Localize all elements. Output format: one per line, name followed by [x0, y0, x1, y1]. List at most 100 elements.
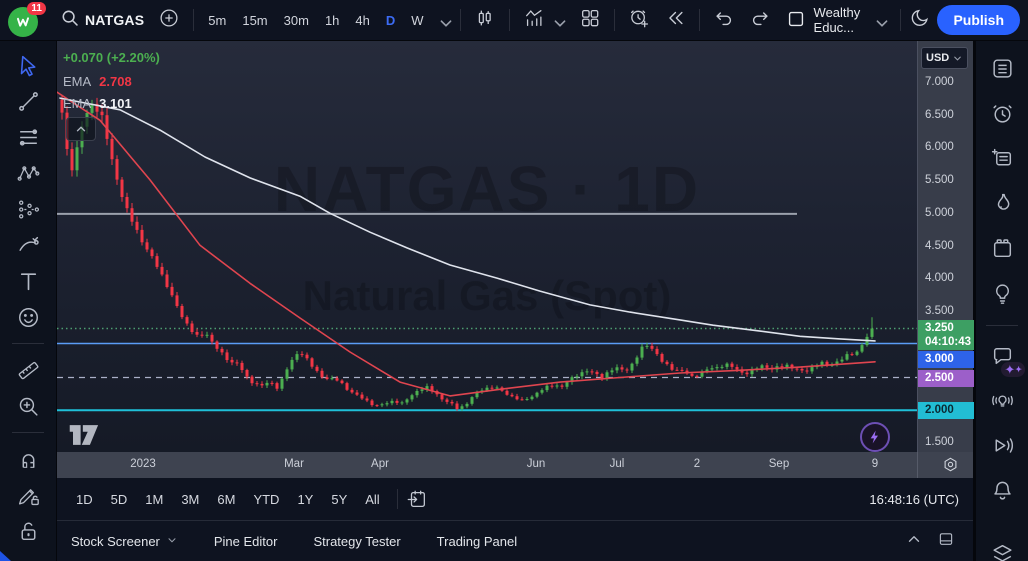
- range-3m[interactable]: 3M: [172, 487, 208, 512]
- divider: [900, 9, 901, 31]
- tab-stock-screener[interactable]: Stock Screener: [71, 534, 178, 549]
- create-alert-button[interactable]: [621, 5, 657, 35]
- interval-menu-button[interactable]: [432, 5, 454, 35]
- range-5d[interactable]: 5D: [102, 487, 137, 512]
- layout-select[interactable]: Wealthy Educ...: [778, 5, 895, 35]
- drawing-mode-lock-icon[interactable]: [11, 479, 45, 511]
- streams-play-icon[interactable]: [985, 426, 1019, 464]
- candlestick-chart[interactable]: [57, 40, 917, 452]
- range-1y[interactable]: 1Y: [288, 487, 322, 512]
- emoji-icon[interactable]: [11, 301, 45, 333]
- interval-15m[interactable]: 15m: [234, 8, 275, 33]
- axis-settings-gear-icon[interactable]: [941, 455, 960, 479]
- range-ytd[interactable]: YTD: [244, 487, 288, 512]
- interval-5m[interactable]: 5m: [200, 8, 234, 33]
- alerts-clock-icon[interactable]: [985, 94, 1019, 132]
- brush-icon[interactable]: [11, 229, 45, 261]
- hotlists-flame-icon[interactable]: [985, 184, 1019, 222]
- range-all[interactable]: All: [356, 487, 388, 512]
- price-scale[interactable]: USD 7.0006.5006.0005.5005.0004.5004.0003…: [917, 40, 973, 452]
- ema-legend-row[interactable]: EMA 2.708: [63, 74, 160, 89]
- theme-toggle-button[interactable]: [907, 5, 933, 35]
- bar-replay-button[interactable]: [657, 5, 693, 35]
- panel-expand-caret-icon[interactable]: [905, 530, 923, 553]
- symbol-search-button[interactable]: NATGAS: [52, 5, 151, 35]
- symbol-name: NATGAS: [85, 12, 144, 28]
- tradingview-logo[interactable]: [68, 423, 102, 452]
- layout-grid-button[interactable]: [572, 5, 608, 35]
- range-6m[interactable]: 6M: [208, 487, 244, 512]
- time-axis[interactable]: 2023MarAprJunJul2Sep9: [57, 452, 973, 478]
- chevron-down-icon: [871, 12, 887, 28]
- interval-4h[interactable]: 4h: [347, 8, 377, 33]
- notifications-bell-icon[interactable]: [985, 471, 1019, 509]
- interval-30m[interactable]: 30m: [276, 8, 317, 33]
- add-symbol-button[interactable]: [151, 5, 187, 35]
- bar-replay-icon: [664, 7, 686, 34]
- search-icon: [59, 7, 81, 34]
- xabcd-pattern-icon[interactable]: [11, 157, 45, 189]
- chart-legend: +0.070 (+2.20%) EMA 2.708 EMA 3.101: [63, 50, 160, 118]
- chevron-down-icon: [166, 534, 178, 549]
- price-tick: 7.000: [925, 76, 954, 88]
- time-tick: Jun: [527, 458, 546, 470]
- indicators-button[interactable]: [516, 5, 572, 35]
- ruler-icon[interactable]: [11, 354, 45, 386]
- watchlist-icon[interactable]: [985, 49, 1019, 87]
- cursor-icon[interactable]: [11, 49, 45, 81]
- ai-sparkle-icon: ✦✦: [1001, 362, 1025, 377]
- text-icon[interactable]: [11, 265, 45, 297]
- ideas-bulb-icon[interactable]: [985, 274, 1019, 312]
- undo-button[interactable]: [706, 5, 742, 35]
- publish-button[interactable]: Publish: [937, 5, 1020, 35]
- price-tick: 6.000: [925, 141, 954, 153]
- app-logo[interactable]: 11: [8, 3, 42, 37]
- fib-retracement-icon[interactable]: [11, 121, 45, 153]
- interval-buttons: 5m15m30m1h4hDW: [200, 8, 431, 33]
- alert-plus-icon: [628, 7, 650, 34]
- right-sidebar: ✦✦: [975, 40, 1028, 561]
- forecast-icon[interactable]: [11, 193, 45, 225]
- interval-W[interactable]: W: [403, 8, 431, 33]
- currency-select[interactable]: USD: [921, 47, 968, 69]
- boost-lightning-button[interactable]: [860, 422, 890, 452]
- price-tick: 5.500: [925, 174, 954, 186]
- price-tick: 5.000: [925, 207, 954, 219]
- price-tick: 4.000: [925, 272, 954, 284]
- divider: [460, 9, 461, 31]
- chevron-down-icon: [435, 12, 451, 28]
- chevron-down-icon[interactable]: [549, 12, 565, 28]
- live-ideas-icon[interactable]: [985, 381, 1019, 419]
- range-5y[interactable]: 5Y: [322, 487, 356, 512]
- bottom-panel-bar: Stock Screener Pine Editor Strategy Tester…: [57, 521, 973, 561]
- range-1d[interactable]: 1D: [67, 487, 102, 512]
- calendar-icon[interactable]: [985, 229, 1019, 267]
- layout-grid-icon: [579, 7, 601, 34]
- panel-restore-icon[interactable]: [937, 530, 955, 553]
- lock-drawings-icon[interactable]: [11, 515, 45, 547]
- notes-plus-icon[interactable]: [985, 139, 1019, 177]
- tab-trading-panel[interactable]: Trading Panel: [437, 534, 517, 549]
- price-label: 2.000: [918, 402, 974, 419]
- object-tree-layers-icon[interactable]: [985, 534, 1019, 561]
- hide-drawings-icon[interactable]: [11, 551, 45, 561]
- tab-pine-editor[interactable]: Pine Editor: [214, 534, 278, 549]
- clock-utc[interactable]: 16:48:16 (UTC): [869, 492, 963, 507]
- magnet-icon[interactable]: [11, 443, 45, 475]
- time-tick: Apr: [371, 458, 389, 470]
- range-1m[interactable]: 1M: [136, 487, 172, 512]
- trend-line-icon[interactable]: [11, 85, 45, 117]
- redo-button[interactable]: [742, 5, 778, 35]
- legend-collapse-button[interactable]: [66, 117, 96, 141]
- zoom-in-icon[interactable]: [11, 390, 45, 422]
- ai-chat-icon[interactable]: ✦✦: [985, 336, 1019, 374]
- ema-legend-row[interactable]: EMA 3.101: [63, 96, 160, 111]
- chart-style-button[interactable]: [467, 5, 503, 35]
- price-label: 2.500: [918, 370, 974, 387]
- interval-1h[interactable]: 1h: [317, 8, 347, 33]
- tab-strategy-tester[interactable]: Strategy Tester: [313, 534, 400, 549]
- go-to-date-button[interactable]: [406, 488, 428, 510]
- chart-area[interactable]: NATGAS · 1D Natural Gas (Spot) +0.070 (+…: [57, 40, 917, 452]
- divider: [986, 325, 1018, 326]
- interval-D[interactable]: D: [378, 8, 403, 33]
